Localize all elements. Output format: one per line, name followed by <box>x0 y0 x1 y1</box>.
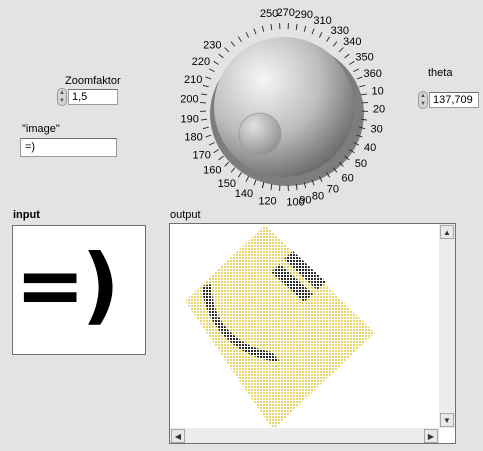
spin-up-icon[interactable]: ▲ <box>59 90 65 96</box>
dial-tick <box>202 84 209 88</box>
dial-label: 250 <box>260 8 278 20</box>
image-label: "image" <box>22 123 60 135</box>
dial-tick <box>224 47 230 53</box>
dial-label: 310 <box>313 15 331 27</box>
dial-tick <box>303 25 307 32</box>
dial-tick <box>318 31 323 38</box>
dial-tick <box>205 76 212 80</box>
dial-label: 200 <box>180 94 198 106</box>
rotated-image-background <box>185 225 375 428</box>
input-image-text: =) <box>15 236 120 334</box>
dial-tick <box>200 93 208 96</box>
dial-tick <box>245 31 250 38</box>
scroll-right-icon[interactable]: ▶ <box>424 429 438 443</box>
dial-tick <box>213 149 219 154</box>
dial-label: 60 <box>341 173 353 185</box>
scroll-down-icon[interactable]: ▼ <box>440 413 454 427</box>
zoom-control: ▲ ▼ 1,5 <box>57 88 118 106</box>
dial-label: 100 <box>286 196 304 208</box>
dial-label: 340 <box>343 36 361 48</box>
dial-label: 210 <box>184 74 202 86</box>
dial-tick <box>270 183 273 191</box>
dial-tick <box>359 84 366 88</box>
input-panel: =) <box>12 225 146 355</box>
dial-label: 30 <box>370 123 382 135</box>
dial-label: 160 <box>203 164 221 176</box>
dial-label: 180 <box>184 131 202 143</box>
dial-tick <box>230 167 236 173</box>
dial-tick <box>230 41 236 47</box>
dial-tick <box>338 47 344 53</box>
dial-tick <box>261 25 265 32</box>
output-rotated-image <box>185 225 375 428</box>
scroll-up-icon[interactable]: ▲ <box>440 225 454 239</box>
spin-down-icon[interactable]: ▼ <box>59 98 65 104</box>
dial-tick <box>237 172 242 178</box>
dial-label: 360 <box>364 68 382 80</box>
dial-knob[interactable] <box>214 37 354 177</box>
spin-up-icon[interactable]: ▲ <box>420 93 426 99</box>
theta-spinner[interactable]: ▲ ▼ <box>418 91 428 109</box>
dial-tick <box>349 60 355 65</box>
dial-tick <box>353 68 360 73</box>
dial-label: 290 <box>295 9 313 21</box>
input-label: input <box>13 209 40 221</box>
theta-dial[interactable]: 250270 2903103303403503601020304050607080… <box>180 0 410 220</box>
dial-tick <box>205 134 212 138</box>
dial-tick <box>224 161 230 167</box>
zoom-spinner[interactable]: ▲ ▼ <box>57 88 67 106</box>
theta-display[interactable]: 137,709 <box>429 92 479 108</box>
dial-tick <box>208 68 215 73</box>
dial-label: 20 <box>373 104 385 116</box>
dial-label: 50 <box>355 158 367 170</box>
output-panel[interactable]: ▲ ▼ ◀ ▶ <box>169 223 456 444</box>
dial-label: 170 <box>193 150 211 162</box>
output-vertical-scrollbar[interactable]: ▲ ▼ <box>439 224 455 428</box>
dial-tick <box>295 23 298 31</box>
dial-label: 270 <box>277 7 295 19</box>
dial-tick <box>218 155 224 161</box>
dial-label: 40 <box>364 142 376 154</box>
dial-tick <box>344 53 350 59</box>
dial-tick <box>253 179 257 186</box>
dial-tick <box>360 93 368 96</box>
output-label: output <box>170 209 201 221</box>
dial-tick <box>208 141 215 146</box>
dial-label: 350 <box>355 52 373 64</box>
dial-label: 10 <box>371 86 383 98</box>
dial-label: 150 <box>218 178 236 190</box>
dial-tick <box>213 60 219 65</box>
dial-tick <box>311 28 315 35</box>
dial-tick <box>326 36 331 42</box>
dial-label: 120 <box>258 196 276 208</box>
dial-label: 220 <box>192 56 210 68</box>
zoom-input[interactable]: 1,5 <box>68 89 118 105</box>
dial-tick <box>237 36 242 42</box>
dial-tick <box>253 28 257 35</box>
dial-label: 140 <box>235 188 253 200</box>
image-input[interactable]: =) <box>20 138 117 157</box>
dial-label: 230 <box>203 40 221 52</box>
dial-tick <box>261 182 265 189</box>
output-horizontal-scrollbar[interactable]: ◀ ▶ <box>170 428 439 443</box>
dial-label: 190 <box>181 114 199 126</box>
dial-tick <box>202 126 209 130</box>
dial-pointer-dimple[interactable] <box>238 112 282 156</box>
spin-down-icon[interactable]: ▼ <box>420 101 426 107</box>
theta-control: ▲ ▼ 137,709 <box>418 91 479 109</box>
dial-tick <box>200 118 208 121</box>
zoom-label: Zoomfaktor <box>65 75 121 87</box>
dial-tick <box>332 41 338 47</box>
dial-tick <box>270 23 273 31</box>
scroll-left-icon[interactable]: ◀ <box>171 429 185 443</box>
theta-label: theta <box>428 67 453 79</box>
dial-label: 70 <box>327 183 339 195</box>
dial-tick <box>218 53 224 59</box>
dial-tick <box>245 176 250 183</box>
dial-label: 80 <box>312 191 324 203</box>
dial-tick <box>356 76 363 80</box>
